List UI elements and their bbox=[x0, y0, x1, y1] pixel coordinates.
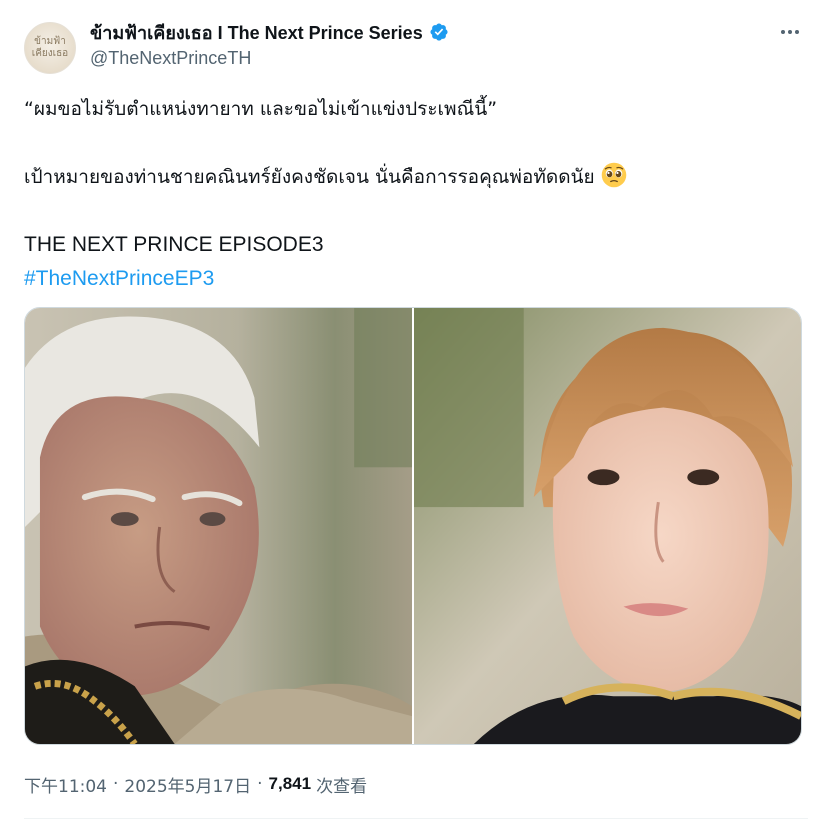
tweet-description-text: เป้าหมายของท่านชายคณินทร์ยังคงชัดเจน นั่… bbox=[24, 166, 595, 188]
pleading-face-emoji-icon bbox=[601, 162, 626, 188]
hashtag-link[interactable]: #TheNextPrinceEP3 bbox=[24, 262, 814, 296]
display-name[interactable]: ข้ามฟ้าเคียงเธอ I The Next Prince Series bbox=[90, 18, 423, 47]
tweet-metadata: 下午11:04 · 2025年5月17日 · 7,841 次查看 bbox=[24, 770, 367, 798]
avatar-logo-text: ข้ามฟ้า เคียงเธอ bbox=[31, 36, 69, 59]
elderly-man-image bbox=[25, 308, 412, 744]
media-image-elderly-man[interactable] bbox=[25, 308, 412, 744]
avatar[interactable]: ข้ามฟ้า เคียงเธอ bbox=[24, 22, 76, 74]
tweet-time[interactable]: 下午11:04 bbox=[24, 772, 107, 797]
tweet-line-episode: THE NEXT PRINCE EPISODE3 bbox=[24, 233, 324, 256]
meta-separator: · bbox=[257, 774, 263, 794]
views-label: 次查看 bbox=[316, 776, 368, 797]
more-options-icon[interactable] bbox=[772, 18, 808, 46]
author-name-row: ข้ามฟ้าเคียงเธอ I The Next Prince Series bbox=[90, 20, 449, 44]
meta-separator: · bbox=[113, 774, 119, 794]
verified-badge-icon bbox=[430, 23, 448, 41]
tweet-text: “ผมขอไม่รับตำแหน่งทายาท และขอไม่เข้าแข่ง… bbox=[24, 92, 814, 296]
tweet-line-description: เป้าหมายของท่านชายคณินทร์ยังคงชัดเจน นั่… bbox=[24, 160, 814, 194]
tweet-date[interactable]: 2025年5月17日 bbox=[124, 772, 251, 797]
young-man-image bbox=[414, 308, 801, 744]
divider bbox=[24, 818, 808, 819]
media-image-young-man[interactable] bbox=[414, 308, 801, 744]
author-handle[interactable]: @TheNextPrinceTH bbox=[90, 48, 251, 69]
tweet-line-quote: “ผมขอไม่รับตำแหน่งทายาท และขอไม่เข้าแข่ง… bbox=[24, 98, 498, 120]
media-grid bbox=[24, 307, 802, 745]
views-count: 7,841 bbox=[268, 774, 312, 793]
